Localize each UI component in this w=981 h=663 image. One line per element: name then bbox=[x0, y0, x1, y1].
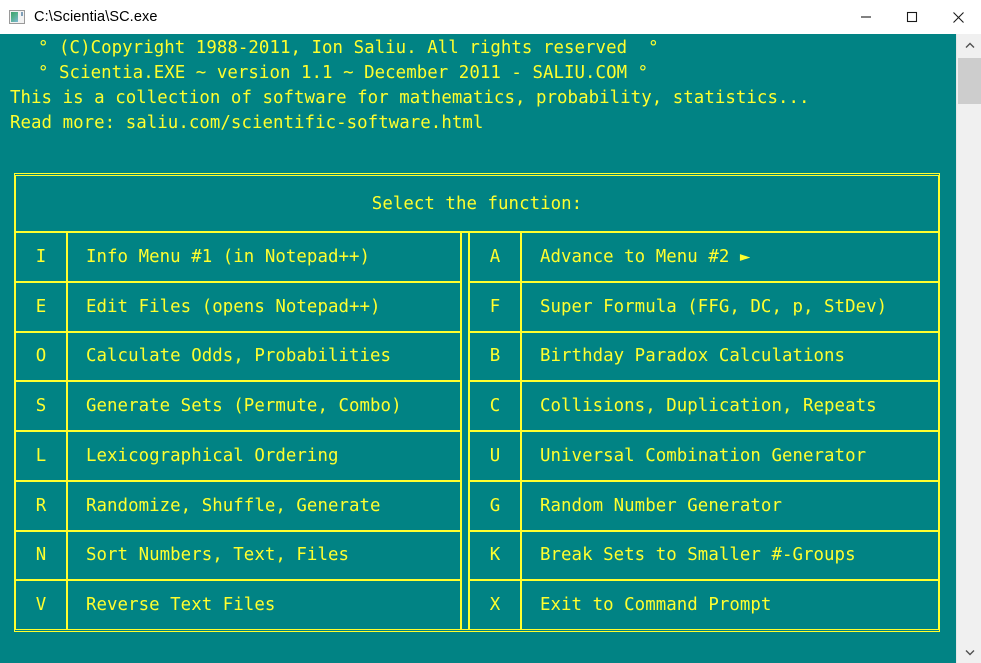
minimize-button[interactable] bbox=[843, 0, 889, 34]
console-client-area[interactable]: ° (C)Copyright 1988-2011, Ion Saliu. All… bbox=[0, 34, 956, 663]
scroll-up-arrow-icon[interactable] bbox=[957, 34, 981, 56]
menu-title-row: Select the function: bbox=[16, 176, 938, 233]
menu-item-l[interactable]: L Lexicographical Ordering bbox=[16, 432, 460, 482]
menu-item-r[interactable]: R Randomize, Shuffle, Generate bbox=[16, 481, 460, 532]
maximize-button[interactable] bbox=[889, 0, 935, 34]
menu-key-x: X bbox=[470, 581, 522, 629]
menu-key-b: B bbox=[470, 332, 522, 381]
menu-item-u[interactable]: U Universal Combination Generator bbox=[470, 432, 938, 482]
header-line-description: This is a collection of software for mat… bbox=[10, 88, 810, 108]
menu-key-k: K bbox=[470, 531, 522, 580]
menu-label-k: Break Sets to Smaller #-Groups bbox=[540, 545, 856, 566]
menu-key-f: F bbox=[470, 282, 522, 331]
menu-item-c[interactable]: C Collisions, Duplication, Repeats bbox=[470, 382, 938, 432]
window-controls bbox=[843, 0, 981, 34]
menu-title: Select the function: bbox=[371, 193, 583, 214]
menu-column-divider bbox=[460, 233, 470, 629]
menu-item-g[interactable]: G Random Number Generator bbox=[470, 481, 938, 532]
menu-column-left: I Info Menu #1 (in Notepad++) E Edit Fil… bbox=[16, 233, 460, 629]
menu-item-s[interactable]: S Generate Sets (Permute, Combo) bbox=[16, 382, 460, 432]
menu-label-v: Reverse Text Files bbox=[86, 595, 276, 616]
menu-label-u: Universal Combination Generator bbox=[540, 445, 867, 466]
menu-item-k[interactable]: K Break Sets to Smaller #-Groups bbox=[470, 531, 938, 582]
menu-label-f: Super Formula (FFG, DC, p, StDev) bbox=[540, 296, 888, 317]
menu-label-l: Lexicographical Ordering bbox=[86, 445, 339, 466]
menu-item-v[interactable]: V Reverse Text Files bbox=[16, 581, 460, 629]
menu-item-n[interactable]: N Sort Numbers, Text, Files bbox=[16, 531, 460, 582]
scroll-thumb[interactable] bbox=[958, 58, 981, 104]
vertical-scrollbar[interactable] bbox=[956, 34, 981, 663]
console-window-icon bbox=[9, 10, 25, 24]
menu-item-f[interactable]: F Super Formula (FFG, DC, p, StDev) bbox=[470, 282, 938, 333]
close-button[interactable] bbox=[935, 0, 981, 34]
menu-key-g: G bbox=[470, 481, 522, 530]
function-menu-box: Select the function: I Info Menu #1 (in … bbox=[14, 173, 940, 632]
title-bar[interactable]: C:\Scientia\SC.exe bbox=[0, 0, 981, 35]
program-header: ° (C)Copyright 1988-2011, Ion Saliu. All… bbox=[10, 36, 950, 136]
menu-key-r: R bbox=[16, 481, 68, 530]
menu-item-a[interactable]: A Advance to Menu #2 ► bbox=[470, 233, 938, 283]
menu-key-a: A bbox=[470, 233, 522, 281]
menu-key-c: C bbox=[470, 382, 522, 430]
menu-item-e[interactable]: E Edit Files (opens Notepad++) bbox=[16, 282, 460, 333]
menu-key-i: I bbox=[16, 233, 68, 281]
console-window: C:\Scientia\SC.exe ° (C)Copyright 1988-2… bbox=[0, 0, 981, 663]
menu-item-b[interactable]: B Birthday Paradox Calculations bbox=[470, 332, 938, 383]
menu-label-o: Calculate Odds, Probabilities bbox=[86, 346, 392, 367]
menu-key-n: N bbox=[16, 531, 68, 580]
menu-label-g: Random Number Generator bbox=[540, 495, 782, 516]
menu-label-i: Info Menu #1 (in Notepad++) bbox=[86, 246, 371, 267]
menu-label-e: Edit Files (opens Notepad++) bbox=[86, 296, 381, 317]
menu-label-x: Exit to Command Prompt bbox=[540, 595, 772, 616]
menu-label-r: Randomize, Shuffle, Generate bbox=[86, 495, 381, 516]
scroll-down-arrow-icon[interactable] bbox=[957, 641, 981, 663]
menu-label-a: Advance to Menu #2 ► bbox=[540, 246, 751, 267]
menu-key-v: V bbox=[16, 581, 68, 629]
menu-key-o: O bbox=[16, 332, 68, 381]
menu-label-b: Birthday Paradox Calculations bbox=[540, 346, 846, 367]
menu-key-l: L bbox=[16, 432, 68, 480]
menu-item-i[interactable]: I Info Menu #1 (in Notepad++) bbox=[16, 233, 460, 283]
menu-label-c: Collisions, Duplication, Repeats bbox=[540, 396, 877, 417]
menu-item-x[interactable]: X Exit to Command Prompt bbox=[470, 581, 938, 629]
window-title: C:\Scientia\SC.exe bbox=[34, 9, 158, 25]
menu-key-s: S bbox=[16, 382, 68, 430]
header-line-readmore: Read more: saliu.com/scientific-software… bbox=[10, 113, 484, 133]
menu-label-n: Sort Numbers, Text, Files bbox=[86, 545, 350, 566]
header-line-copyright: ° (C)Copyright 1988-2011, Ion Saliu. All… bbox=[38, 38, 659, 58]
menu-key-e: E bbox=[16, 282, 68, 331]
menu-key-u: U bbox=[470, 432, 522, 480]
menu-grid: I Info Menu #1 (in Notepad++) E Edit Fil… bbox=[16, 233, 938, 629]
menu-label-s: Generate Sets (Permute, Combo) bbox=[86, 396, 402, 417]
menu-item-o[interactable]: O Calculate Odds, Probabilities bbox=[16, 332, 460, 383]
menu-column-right: A Advance to Menu #2 ► F Super Formula (… bbox=[470, 233, 938, 629]
header-line-version: ° Scientia.EXE ~ version 1.1 ~ December … bbox=[38, 63, 649, 83]
